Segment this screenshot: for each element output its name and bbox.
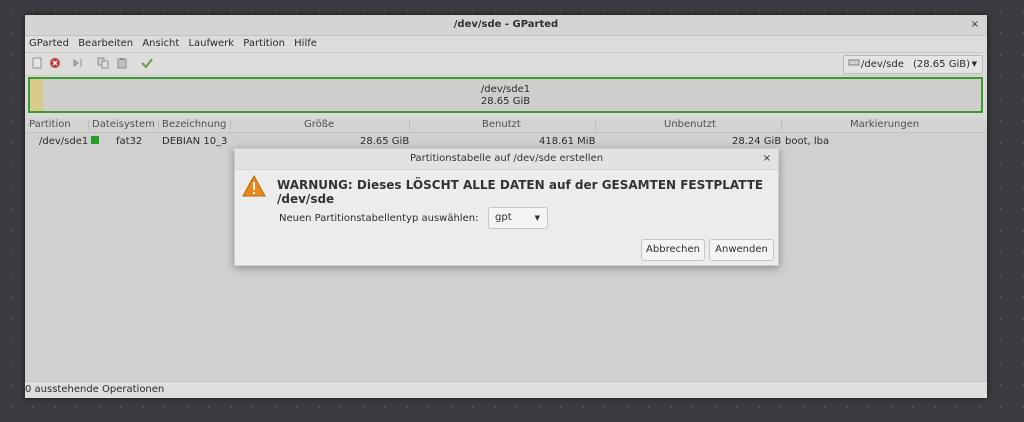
chevron-down-icon: ▼ [534, 214, 540, 222]
dialog-close-button[interactable]: × [763, 149, 771, 169]
table-type-prompt: Neuen Partitionstabellentyp auswählen: [279, 213, 479, 224]
dialog-title: Partitionstabelle auf /dev/sde erstellen [409, 153, 604, 164]
apply-button[interactable]: Anwenden [709, 239, 774, 261]
dialog-titlebar: Partitionstabelle auf /dev/sde erstellen… [235, 149, 778, 170]
warning-message: WARNUNG: Dieses LÖSCHT ALLE DATEN auf de… [277, 178, 764, 206]
warning-icon [242, 174, 266, 198]
table-type-dropdown[interactable]: gpt ▼ [488, 207, 548, 229]
create-partition-table-dialog: Partitionstabelle auf /dev/sde erstellen… [234, 148, 779, 266]
table-type-value: gpt [495, 212, 512, 223]
cancel-button[interactable]: Abbrechen [641, 239, 705, 261]
